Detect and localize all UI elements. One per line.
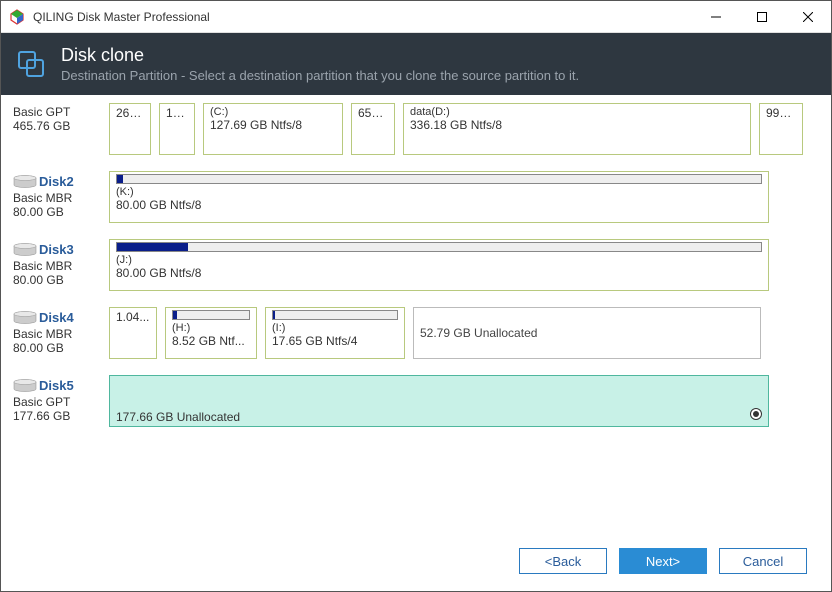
titlebar: QILING Disk Master Professional	[1, 1, 831, 33]
disk-list[interactable]: Basic GPT465.76 GB260...16....(C:)127.69…	[1, 95, 831, 537]
disk-type: Basic MBR	[13, 259, 101, 273]
disk-icon	[13, 311, 37, 325]
partition-detail: 16....	[166, 106, 188, 120]
usage-bar	[116, 174, 762, 184]
footer: <Back Next> Cancel	[1, 537, 831, 585]
partition[interactable]: (C:)127.69 GB Ntfs/8	[203, 103, 343, 155]
partition[interactable]: (J:)80.00 GB Ntfs/8	[109, 239, 769, 291]
partition-detail: 653...	[358, 106, 388, 120]
disk-type: Basic MBR	[13, 327, 101, 341]
partition-detail: 52.79 GB Unallocated	[420, 310, 754, 340]
cancel-button[interactable]: Cancel	[719, 548, 807, 574]
partition-label: data(D:)	[410, 106, 744, 118]
partition-detail: 1.04...	[116, 310, 150, 324]
disk-name: Disk3	[39, 242, 74, 257]
app-icon	[9, 9, 25, 25]
usage-bar	[172, 310, 250, 320]
page-title: Disk clone	[61, 45, 579, 66]
disk-info: Disk3 Basic MBR80.00 GB	[13, 239, 101, 291]
partition[interactable]: 177.66 GB Unallocated	[109, 375, 769, 427]
disk-name: Disk2	[39, 174, 74, 189]
disk-total-size: 80.00 GB	[13, 205, 101, 219]
partition[interactable]: (K:)80.00 GB Ntfs/8	[109, 171, 769, 223]
partition[interactable]: (I:)17.65 GB Ntfs/4	[265, 307, 405, 359]
usage-bar	[116, 242, 762, 252]
clone-icon	[17, 50, 45, 78]
disk-block: Basic GPT465.76 GB 260... 16.... (C:)127.69…	[13, 103, 819, 155]
partition[interactable]: 995...	[759, 103, 803, 155]
partition[interactable]: 1.04...	[109, 307, 157, 359]
partition[interactable]: (H:)8.52 GB Ntf...	[165, 307, 257, 359]
usage-bar	[272, 310, 398, 320]
disk-name: Disk5	[39, 378, 74, 393]
partition-label: (C:)	[210, 106, 336, 118]
partition-detail: 127.69 GB Ntfs/8	[210, 118, 336, 132]
partition-detail: 80.00 GB Ntfs/8	[116, 198, 762, 212]
disk-type: Basic GPT	[13, 105, 101, 119]
disk-info: Disk4 Basic MBR80.00 GB	[13, 307, 101, 359]
disk-name: Disk4	[39, 310, 74, 325]
close-button[interactable]	[785, 1, 831, 33]
partition-detail: 8.52 GB Ntf...	[172, 334, 250, 348]
back-button[interactable]: <Back	[519, 548, 607, 574]
disk-icon	[13, 243, 37, 257]
disk-info: Basic GPT465.76 GB	[13, 103, 101, 155]
partition[interactable]: 52.79 GB Unallocated	[413, 307, 761, 359]
disk-info: Disk2 Basic MBR80.00 GB	[13, 171, 101, 223]
partition-detail: 17.65 GB Ntfs/4	[272, 334, 398, 348]
disk-total-size: 465.76 GB	[13, 119, 101, 133]
disk-type: Basic MBR	[13, 191, 101, 205]
partition-detail: 80.00 GB Ntfs/8	[116, 266, 762, 280]
disk-block: Disk3 Basic MBR80.00 GB (J:)80.00 GB Ntfs/…	[13, 239, 819, 291]
next-button[interactable]: Next>	[619, 548, 707, 574]
maximize-button[interactable]	[739, 1, 785, 33]
disk-block: Disk4 Basic MBR80.00 GB 1.04... (H:)8.52 GB…	[13, 307, 819, 359]
partition-label: (I:)	[272, 322, 398, 334]
selected-radio-icon	[750, 408, 762, 420]
disk-total-size: 80.00 GB	[13, 341, 101, 355]
partition-detail: 995...	[766, 106, 796, 120]
disk-total-size: 177.66 GB	[13, 409, 101, 423]
partition-label: (J:)	[116, 254, 762, 266]
partition[interactable]: 653...	[351, 103, 395, 155]
disk-total-size: 80.00 GB	[13, 273, 101, 287]
disk-block: Disk2 Basic MBR80.00 GB (K:)80.00 GB Ntfs/…	[13, 171, 819, 223]
minimize-button[interactable]	[693, 1, 739, 33]
partition[interactable]: 260...	[109, 103, 151, 155]
disk-icon	[13, 379, 37, 393]
partition-detail: 177.66 GB Unallocated	[116, 410, 762, 424]
page-subtitle: Destination Partition - Select a destina…	[61, 68, 579, 83]
partition-detail: 336.18 GB Ntfs/8	[410, 118, 744, 132]
page-header: Disk clone Destination Partition - Selec…	[1, 33, 831, 95]
partition-label: (H:)	[172, 322, 250, 334]
window-title: QILING Disk Master Professional	[33, 10, 693, 24]
partition[interactable]: data(D:)336.18 GB Ntfs/8	[403, 103, 751, 155]
disk-icon	[13, 175, 37, 189]
disk-info: Disk5 Basic GPT177.66 GB	[13, 375, 101, 427]
disk-block: Disk5 Basic GPT177.66 GB 177.66 GB Unalloc…	[13, 375, 819, 427]
disk-type: Basic GPT	[13, 395, 101, 409]
partition-detail: 260...	[116, 106, 144, 120]
partition-label: (K:)	[116, 186, 762, 198]
partition[interactable]: 16....	[159, 103, 195, 155]
